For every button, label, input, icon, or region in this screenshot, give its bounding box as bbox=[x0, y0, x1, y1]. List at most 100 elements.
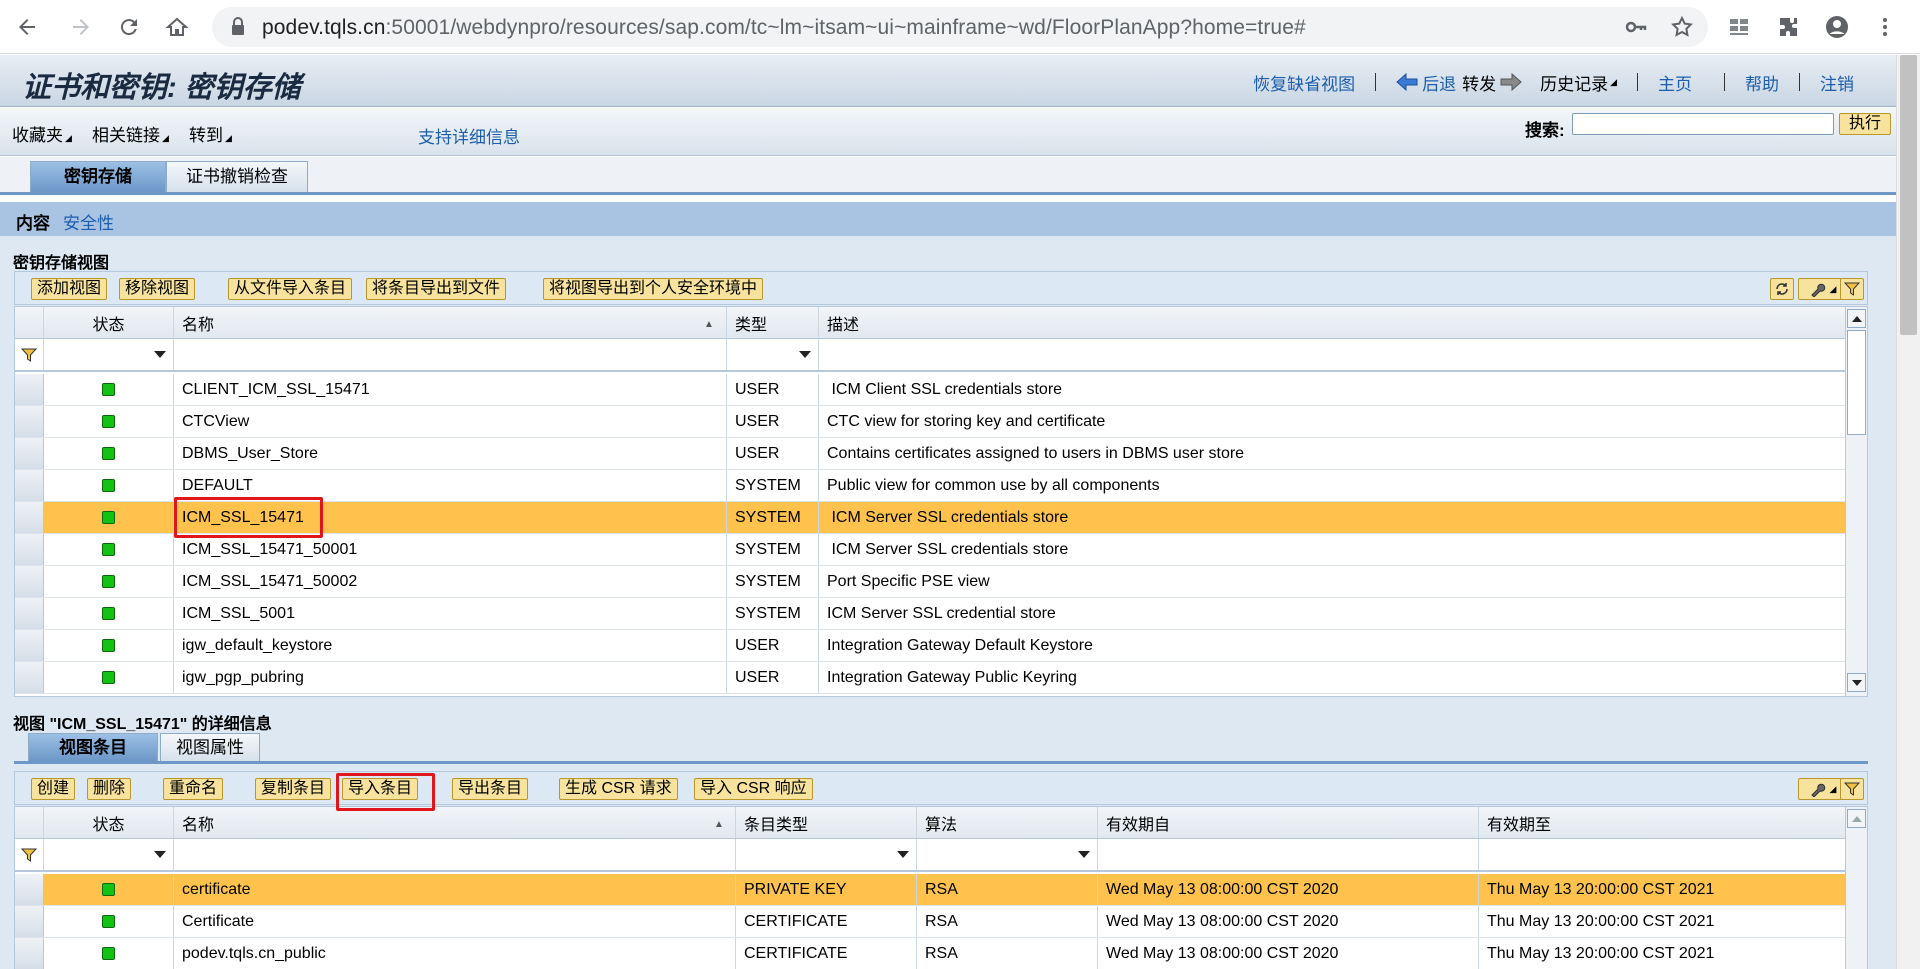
row-name[interactable]: CTCView bbox=[174, 406, 727, 437]
favorites-menu[interactable]: 收藏夹 ◢ bbox=[12, 121, 72, 146]
scroll-up-icon[interactable] bbox=[1847, 809, 1866, 828]
lock-icon[interactable] bbox=[226, 15, 250, 39]
scroll-up-icon[interactable] bbox=[1847, 309, 1866, 328]
select-all-header[interactable] bbox=[15, 307, 44, 338]
import-csr-response-button[interactable]: 导入 CSR 响应 bbox=[694, 778, 813, 800]
column-header-algorithm[interactable]: 算法 bbox=[917, 807, 1098, 838]
remove-view-button[interactable]: 移除视图 bbox=[119, 278, 196, 300]
table-row[interactable]: ICM_SSL_15471 SYSTEM ICM Server SSL cred… bbox=[15, 502, 1867, 534]
filter-toggle-icon[interactable] bbox=[1840, 778, 1864, 800]
rename-button[interactable]: 重命名 bbox=[163, 778, 224, 800]
description-filter-input[interactable] bbox=[819, 339, 1847, 370]
history-dropdown-icon[interactable]: ◢ bbox=[1610, 77, 1617, 88]
row-name[interactable]: igw_default_keystore bbox=[174, 630, 727, 661]
bookmark-star-icon[interactable] bbox=[1670, 15, 1694, 39]
create-csr-request-button[interactable]: 生成 CSR 请求 bbox=[559, 778, 678, 800]
back-link[interactable]: 后退 bbox=[1422, 70, 1456, 95]
account-avatar-icon[interactable] bbox=[1820, 10, 1854, 44]
row-selector[interactable] bbox=[15, 470, 44, 501]
support-details-link[interactable]: 支持详细信息 bbox=[418, 123, 520, 148]
row-name[interactable]: DEFAULT bbox=[174, 470, 727, 501]
row-name[interactable]: Certificate bbox=[174, 906, 736, 937]
select-all-header[interactable] bbox=[15, 807, 44, 838]
browser-menu-icon[interactable] bbox=[1868, 10, 1902, 44]
filter-funnel-icon[interactable] bbox=[15, 339, 44, 370]
row-selector[interactable] bbox=[15, 662, 44, 693]
filter-funnel-icon[interactable] bbox=[15, 839, 44, 870]
row-name[interactable]: ICM_SSL_15471_50001 bbox=[174, 534, 727, 565]
table-row[interactable]: igw_pgp_pubring USER Integration Gateway… bbox=[15, 662, 1867, 694]
table-row[interactable]: DBMS_User_Store USER Contains certificat… bbox=[15, 438, 1867, 470]
table-row[interactable]: ICM_SSL_15471_50002 SYSTEM Port Specific… bbox=[15, 566, 1867, 598]
delete-button[interactable]: 删除 bbox=[87, 778, 132, 800]
execute-button[interactable]: 执行 bbox=[1839, 113, 1891, 135]
row-name[interactable]: DBMS_User_Store bbox=[174, 438, 727, 469]
entry-type-filter-dropdown[interactable] bbox=[736, 839, 917, 870]
logout-link[interactable]: 注销 bbox=[1820, 70, 1854, 95]
forward-arrow-icon[interactable] bbox=[64, 10, 98, 44]
sort-icon[interactable]: ▲ bbox=[714, 819, 724, 830]
history-menu[interactable]: 历史记录 bbox=[1540, 70, 1608, 95]
search-input[interactable] bbox=[1572, 113, 1834, 135]
restore-default-view-link[interactable]: 恢复缺省视图 bbox=[1253, 70, 1355, 95]
back-arrow-icon[interactable] bbox=[10, 10, 44, 44]
table-row[interactable]: certificate PRIVATE KEY RSA Wed May 13 0… bbox=[15, 874, 1867, 906]
row-selector[interactable] bbox=[15, 874, 44, 905]
column-header-valid-from[interactable]: 有效期自 bbox=[1098, 807, 1479, 838]
tab-view-properties[interactable]: 视图属性 bbox=[160, 733, 260, 761]
import-entry-from-file-button[interactable]: 从文件导入条目 bbox=[228, 278, 353, 300]
url-text[interactable]: podev.tqls.cn:50001/webdynpro/resources/… bbox=[262, 16, 1306, 40]
row-selector[interactable] bbox=[15, 406, 44, 437]
row-selector[interactable] bbox=[15, 598, 44, 629]
goto-menu[interactable]: 转到 ◢ bbox=[189, 121, 232, 146]
column-header-valid-to[interactable]: 有效期至 bbox=[1479, 807, 1847, 838]
tab-certificate-revocation[interactable]: 证书撤销检查 bbox=[166, 161, 308, 192]
table-row[interactable]: ICM_SSL_5001 SYSTEM ICM Server SSL crede… bbox=[15, 598, 1867, 630]
address-bar[interactable]: podev.tqls.cn:50001/webdynpro/resources/… bbox=[212, 7, 1708, 47]
back-blue-arrow-icon[interactable] bbox=[1396, 72, 1418, 92]
refresh-icon[interactable] bbox=[1770, 278, 1794, 300]
type-filter-dropdown[interactable] bbox=[727, 339, 819, 370]
content-label[interactable]: 内容 bbox=[16, 209, 50, 234]
create-button[interactable]: 创建 bbox=[31, 778, 76, 800]
status-filter-dropdown[interactable] bbox=[44, 839, 174, 870]
tab-keystore[interactable]: 密钥存储 bbox=[30, 161, 166, 192]
row-name[interactable]: igw_pgp_pubring bbox=[174, 662, 727, 693]
row-selector[interactable] bbox=[15, 906, 44, 937]
table-row[interactable]: DEFAULT SYSTEM Public view for common us… bbox=[15, 470, 1867, 502]
status-filter-dropdown[interactable] bbox=[44, 339, 174, 370]
extensions-puzzle-icon[interactable] bbox=[1772, 10, 1806, 44]
export-entry-button[interactable]: 导出条目 bbox=[452, 778, 529, 800]
scroll-thumb[interactable] bbox=[1847, 330, 1866, 435]
home-link[interactable]: 主页 bbox=[1658, 70, 1692, 95]
row-name[interactable]: podev.tqls.cn_public bbox=[174, 938, 736, 969]
reload-icon[interactable] bbox=[112, 10, 146, 44]
key-icon[interactable] bbox=[1624, 15, 1648, 39]
filter-toggle-icon[interactable] bbox=[1840, 278, 1864, 300]
tab-grid-icon[interactable] bbox=[1722, 10, 1756, 44]
page-scroll-thumb[interactable] bbox=[1900, 55, 1917, 335]
name-filter-input[interactable] bbox=[174, 339, 727, 370]
keystore-table-scrollbar[interactable] bbox=[1845, 307, 1867, 696]
column-header-status[interactable]: 状态 bbox=[44, 807, 174, 838]
import-entry-button[interactable]: 导入条目 bbox=[342, 778, 419, 800]
row-selector[interactable] bbox=[15, 566, 44, 597]
export-entry-to-file-button[interactable]: 将条目导出到文件 bbox=[366, 278, 507, 300]
column-header-status[interactable]: 状态 bbox=[44, 307, 174, 338]
row-name[interactable]: CLIENT_ICM_SSL_15471 bbox=[174, 374, 727, 405]
column-header-description[interactable]: 描述 bbox=[819, 307, 1847, 338]
export-view-to-pse-button[interactable]: 将视图导出到个人安全环境中 bbox=[543, 278, 764, 300]
column-header-name[interactable]: 名称 ▲ bbox=[174, 307, 727, 338]
tab-view-entries[interactable]: 视图条目 bbox=[28, 733, 158, 761]
name-filter-input[interactable] bbox=[174, 839, 736, 870]
column-header-name[interactable]: 名称 ▲ bbox=[174, 807, 736, 838]
copy-entry-button[interactable]: 复制条目 bbox=[255, 778, 332, 800]
row-selector[interactable] bbox=[15, 502, 44, 533]
table-row[interactable]: Certificate CERTIFICATE RSA Wed May 13 0… bbox=[15, 906, 1867, 938]
column-header-type[interactable]: 类型 bbox=[727, 307, 819, 338]
valid-from-filter-input[interactable] bbox=[1098, 839, 1479, 870]
row-name[interactable]: ICM_SSL_15471 bbox=[174, 502, 727, 533]
table-row[interactable]: ICM_SSL_15471_50001 SYSTEM ICM Server SS… bbox=[15, 534, 1867, 566]
security-link[interactable]: 安全性 bbox=[63, 209, 114, 234]
row-name[interactable]: certificate bbox=[174, 874, 736, 905]
